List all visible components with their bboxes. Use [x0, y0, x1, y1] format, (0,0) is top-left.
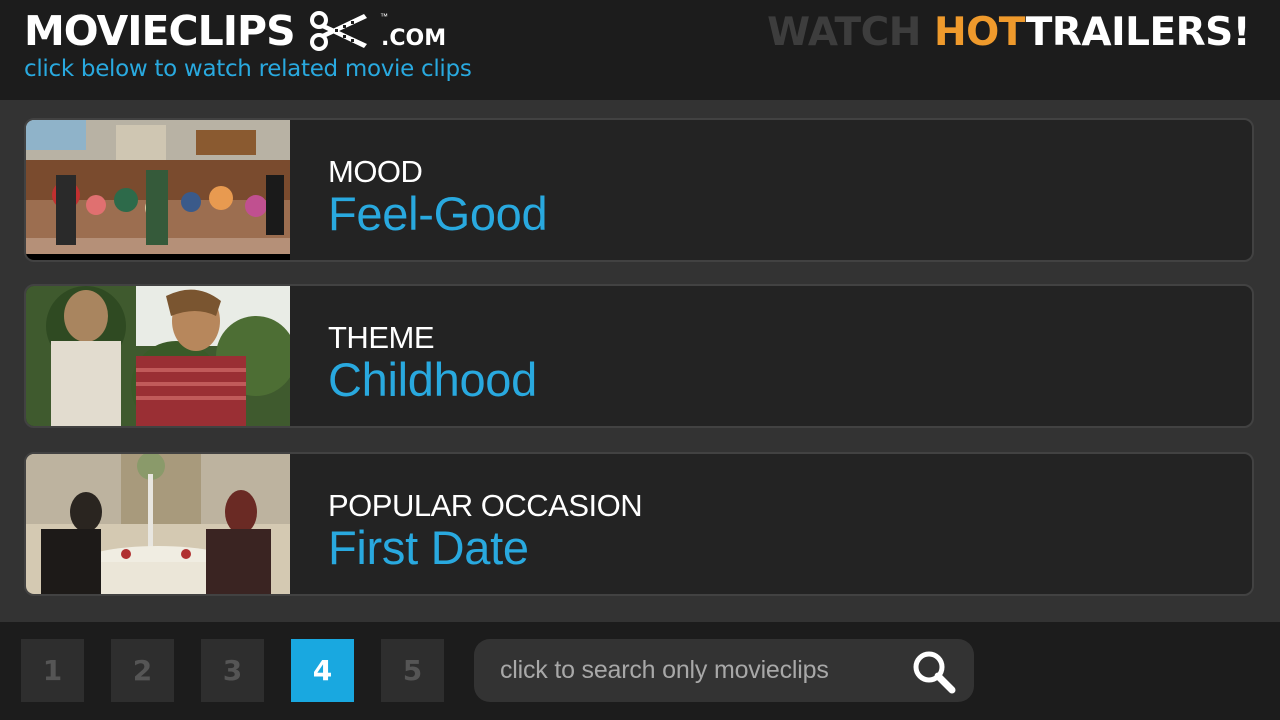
footer-bar: 1 2 3 4 5 click to search only movieclip… — [0, 622, 1280, 720]
search-placeholder: click to search only movieclips — [500, 656, 829, 684]
page-button-5[interactable]: 5 — [381, 639, 444, 702]
category-thumbnail — [26, 120, 290, 260]
category-card-theme[interactable]: THEME Childhood — [24, 284, 1254, 428]
category-value: Childhood — [328, 353, 537, 406]
promo-hot: HOT — [933, 10, 1026, 55]
page-button-3[interactable]: 3 — [201, 639, 264, 702]
watch-hot-trailers-link[interactable]: WATCH HOTTRAILERS! — [767, 10, 1250, 55]
category-label: POPULAR OCCASION — [328, 488, 643, 523]
tagline: click below to watch related movie clips — [24, 56, 472, 82]
page-button-2[interactable]: 2 — [111, 639, 174, 702]
category-value: First Date — [328, 521, 529, 574]
scissors-icon — [309, 8, 373, 54]
category-card-mood[interactable]: MOOD Feel-Good — [24, 118, 1254, 262]
category-card-popular-occasion[interactable]: POPULAR OCCASION First Date — [24, 452, 1254, 596]
category-thumbnail — [26, 286, 290, 426]
category-label: THEME — [328, 320, 434, 355]
page-button-4-current[interactable]: 4 — [291, 639, 354, 702]
category-value: Feel-Good — [328, 187, 548, 240]
category-thumbnail — [26, 454, 290, 594]
search-input[interactable]: click to search only movieclips — [474, 639, 974, 702]
magnifier-icon[interactable] — [910, 648, 958, 696]
logo-text: MOVIECLIPS — [24, 7, 296, 55]
logo-domain: .COM — [381, 26, 447, 51]
page-button-1[interactable]: 1 — [21, 639, 84, 702]
promo-watch: WATCH — [767, 10, 934, 55]
header: MOVIECLIPS ™ .COM click below to watch r… — [0, 0, 1280, 100]
category-label: MOOD — [328, 154, 423, 189]
logo[interactable]: MOVIECLIPS — [24, 8, 373, 54]
promo-trailers: TRAILERS! — [1025, 10, 1251, 55]
trademark-mark: ™ — [380, 12, 388, 21]
